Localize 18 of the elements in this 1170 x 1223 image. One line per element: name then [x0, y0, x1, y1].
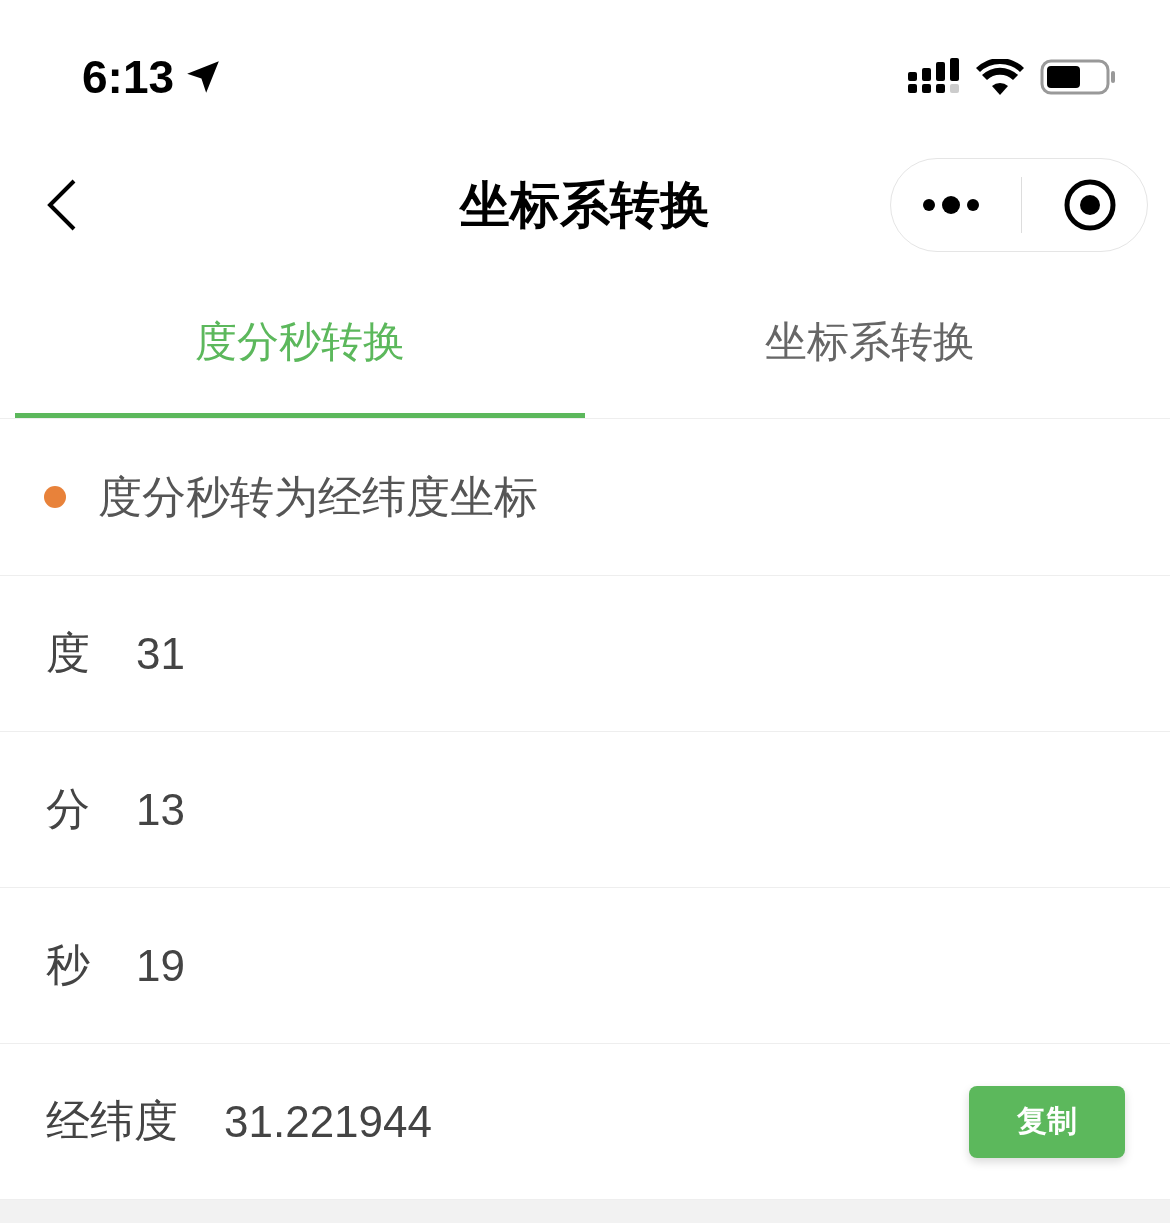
back-icon[interactable] [46, 179, 78, 231]
wifi-icon [976, 59, 1024, 95]
signal-icon [908, 58, 960, 96]
field-label: 经纬度 [46, 1095, 178, 1147]
section-title: 度分秒转为经纬度坐标 [98, 470, 538, 523]
result-value: 31.221944 [224, 1096, 432, 1147]
page-title: 坐标系转换 [460, 175, 710, 235]
close-target-icon[interactable] [1062, 178, 1117, 232]
tab[interactable]: 坐标系转换 [585, 270, 1155, 418]
field-label: 分 [46, 783, 90, 835]
input-field[interactable]: 13 [136, 784, 536, 835]
field-label: 秒 [46, 939, 90, 991]
status-time: 6:13 [82, 50, 175, 104]
input-field[interactable]: 19 [136, 940, 536, 991]
input-field[interactable]: 31 [136, 628, 536, 679]
more-icon[interactable] [921, 195, 982, 215]
battery-icon [1040, 58, 1116, 96]
field-label: 度 [46, 627, 90, 679]
